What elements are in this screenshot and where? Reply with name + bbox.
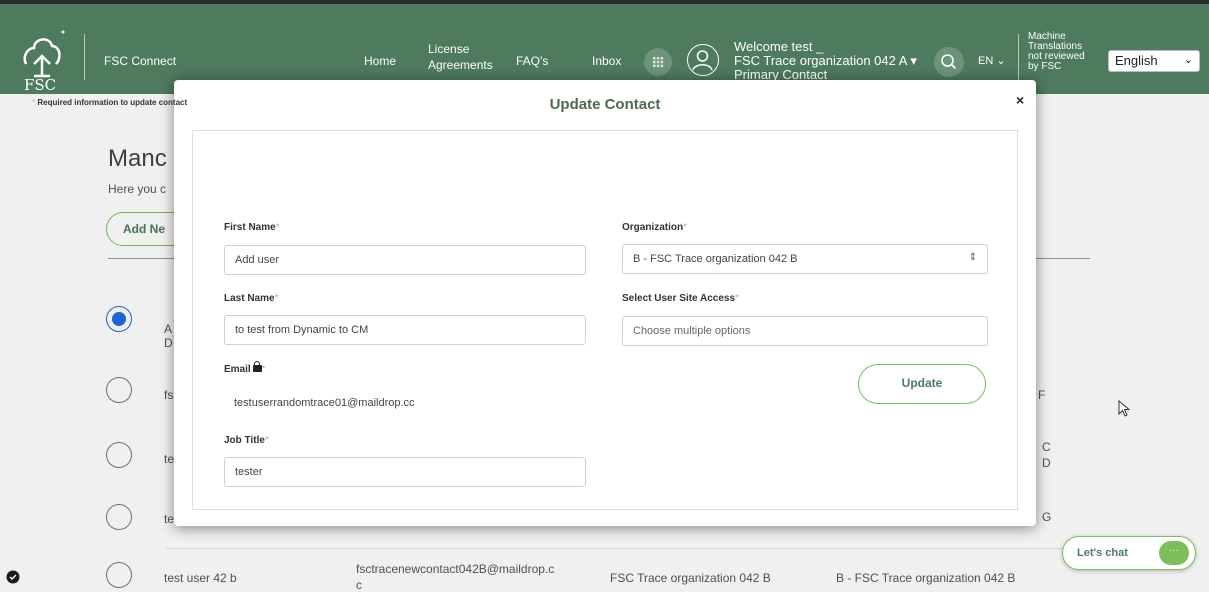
modal-title: Update Contact <box>549 96 661 113</box>
organization-select[interactable]: B - FSC Trace organization 042 B ⇕ <box>622 244 988 274</box>
required-star: * <box>683 222 688 233</box>
last-name-input[interactable]: to test from Dynamic to CM <box>224 315 586 345</box>
organization-selected: B - FSC Trace organization 042 B <box>633 253 798 265</box>
required-note: * Required information to update contact <box>32 98 187 107</box>
first-name-input[interactable]: Add user <box>224 245 586 275</box>
search-icon[interactable] <box>934 47 964 77</box>
chevron-down-icon: ⌄ <box>996 55 1006 67</box>
welcome-user-menu[interactable]: Welcome test _ FSC Trace organization 04… <box>734 40 917 82</box>
shield-icon[interactable] <box>6 570 20 584</box>
apps-grid-icon[interactable] <box>644 48 672 76</box>
nav-home[interactable]: Home <box>364 54 396 68</box>
email-value: testuserrandomtrace01@maildrop.cc <box>234 397 415 409</box>
nav-license-agreements[interactable]: License <box>428 42 469 56</box>
organization-label: Organization* <box>622 222 687 233</box>
required-star: * <box>261 364 266 375</box>
welcome-organization: FSC Trace organization 042 A ▾ <box>734 54 917 68</box>
caret-down-icon[interactable]: ▾ <box>910 53 917 68</box>
welcome-greeting: Welcome test _ <box>734 39 824 54</box>
close-icon[interactable]: × <box>1016 92 1024 108</box>
label-text: First Name <box>224 222 276 233</box>
site-access-placeholder: Choose multiple options <box>633 325 751 337</box>
mt-line: by FSC <box>1028 61 1062 72</box>
label-text: Job Title <box>224 435 265 446</box>
site-access-multiselect[interactable]: Choose multiple options <box>622 316 988 346</box>
site-access-label: Select User Site Access* <box>622 293 739 304</box>
first-name-label: First Name* <box>224 222 280 233</box>
job-title-label: Job Title* <box>224 435 269 446</box>
job-title-input[interactable]: tester <box>224 457 586 487</box>
chat-label: Let's chat <box>1077 547 1128 559</box>
required-star: * <box>264 435 269 446</box>
chat-bubble-icon: ··· <box>1159 541 1189 565</box>
mouse-cursor-icon <box>1118 400 1131 417</box>
language-select[interactable]: English ⌄ <box>1108 50 1200 72</box>
label-text: Email <box>224 364 251 375</box>
nav-faq[interactable]: FAQ's <box>516 54 548 68</box>
machine-translation-note: Machine Translations not reviewed by FSC <box>1028 32 1100 72</box>
language-code: EN <box>978 55 994 67</box>
last-name-label: Last Name* <box>224 293 278 304</box>
brand-name[interactable]: FSC Connect <box>104 54 176 68</box>
nav-inbox[interactable]: Inbox <box>592 54 621 68</box>
required-star: * <box>32 98 36 107</box>
language-code-dropdown[interactable]: EN ⌄ <box>978 54 1006 67</box>
welcome-org-name: FSC Trace organization 042 A <box>734 53 907 68</box>
header-divider <box>84 34 85 80</box>
user-avatar-icon[interactable] <box>687 44 719 76</box>
nav-license-agreements-line2[interactable]: Agreements <box>428 58 493 72</box>
email-label: Email * <box>224 361 266 375</box>
chevron-down-icon: ⌄ <box>1183 54 1193 66</box>
fsc-logo-text: FSC <box>24 76 57 94</box>
lock-icon <box>252 361 262 372</box>
lets-chat-button[interactable]: Let's chat ··· <box>1062 536 1196 570</box>
label-text: Select User Site Access <box>622 293 736 304</box>
label-text: Last Name <box>224 293 275 304</box>
required-note-text: Required information to update contact <box>37 98 188 107</box>
required-star: * <box>275 222 280 233</box>
required-star: * <box>274 293 279 304</box>
up-down-chevron-icon: ⇕ <box>968 252 977 263</box>
language-selected: English <box>1115 53 1158 68</box>
label-text: Organization <box>622 222 684 233</box>
required-star: * <box>735 293 739 304</box>
update-button[interactable]: Update <box>858 364 986 404</box>
